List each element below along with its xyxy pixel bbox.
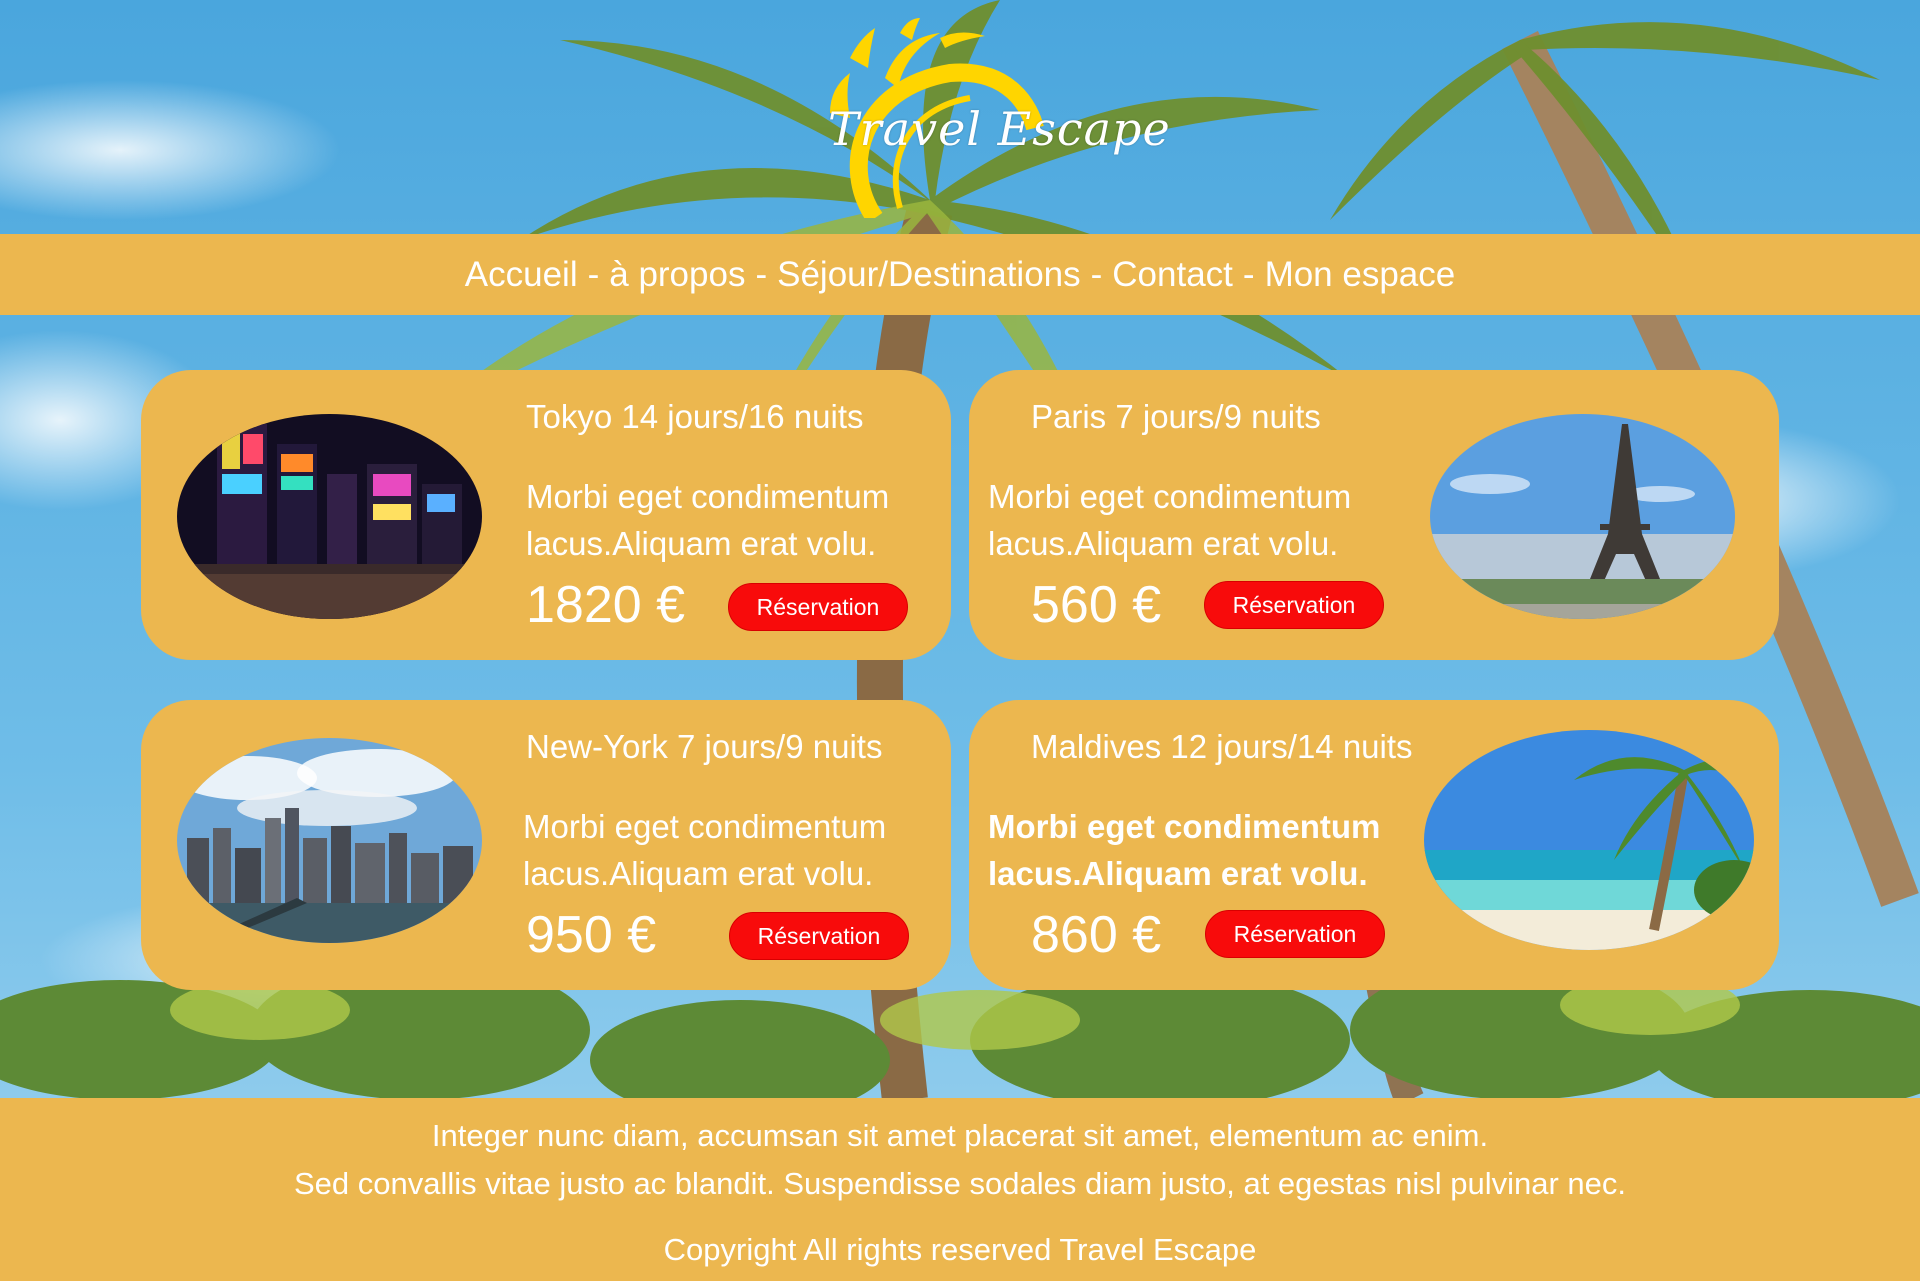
card-description-line1: Morbi eget condimentum — [526, 478, 890, 515]
card-description-line1: Morbi eget condimentum — [988, 478, 1352, 515]
reservation-button[interactable]: Réservation — [728, 583, 908, 631]
destination-card-new-york: New-York 7 jours/9 nuits Morbi eget cond… — [141, 700, 951, 990]
card-description-line2: lacus.Aliquam erat volu. — [523, 855, 874, 892]
nav-item-mon-espace[interactable]: Mon espace — [1265, 255, 1456, 295]
reservation-button[interactable]: Réservation — [729, 912, 909, 960]
card-description-line2: lacus.Aliquam erat volu. — [988, 855, 1368, 892]
nav-separator: - — [755, 254, 768, 294]
brand-logo-text[interactable]: Travel Escape — [828, 102, 1171, 156]
card-title: Tokyo 14 jours/16 nuits — [526, 398, 864, 435]
tokyo-city-photo — [177, 414, 482, 619]
card-title: Paris 7 jours/9 nuits — [1031, 398, 1321, 435]
reservation-button[interactable]: Réservation — [1204, 581, 1384, 629]
paris-eiffel-tower-photo — [1430, 414, 1735, 619]
card-description-line2: lacus.Aliquam erat volu. — [988, 525, 1339, 562]
footer-copyright: Copyright All rights reserved Travel Esc… — [663, 1232, 1257, 1267]
page-footer: Integer nunc diam, accumsan sit amet pla… — [0, 1098, 1920, 1281]
new-york-skyline-photo — [177, 738, 482, 943]
card-description-line2: lacus.Aliquam erat volu. — [526, 525, 877, 562]
card-title: Maldives 12 jours/14 nuits — [1031, 728, 1413, 765]
destination-card-maldives: Maldives 12 jours/14 nuits Morbi eget co… — [969, 700, 1779, 990]
main-navbar: Accueil - à propos - Séjour/Destinations… — [0, 234, 1920, 315]
destination-card-paris: Paris 7 jours/9 nuits Morbi eget condime… — [969, 370, 1779, 660]
footer-text-line2: Sed convallis vitae justo ac blandit. Su… — [293, 1166, 1627, 1201]
footer-text-line1: Integer nunc diam, accumsan sit amet pla… — [431, 1118, 1489, 1153]
nav-item-accueil[interactable]: Accueil — [465, 255, 578, 295]
card-title: New-York 7 jours/9 nuits — [526, 728, 883, 765]
card-description-line1: Morbi eget condimentum — [988, 808, 1381, 845]
card-price: 1820 € — [526, 576, 686, 634]
nav-item-sejour-destinations[interactable]: Séjour/Destinations — [777, 255, 1081, 295]
reservation-button[interactable]: Réservation — [1205, 910, 1385, 958]
card-price: 950 € — [526, 906, 657, 964]
nav-separator: - — [1090, 254, 1103, 294]
card-description-line1: Morbi eget condimentum — [523, 808, 887, 845]
nav-item-contact[interactable]: Contact — [1112, 255, 1233, 295]
destination-card-tokyo: Tokyo 14 jours/16 nuits Morbi eget condi… — [141, 370, 951, 660]
nav-separator: - — [1242, 254, 1255, 294]
maldives-beach-photo — [1424, 730, 1754, 950]
card-price: 560 € — [1031, 576, 1162, 634]
nav-item-a-propos[interactable]: à propos — [609, 255, 745, 295]
nav-separator: - — [587, 254, 600, 294]
card-price: 860 € — [1031, 906, 1162, 964]
